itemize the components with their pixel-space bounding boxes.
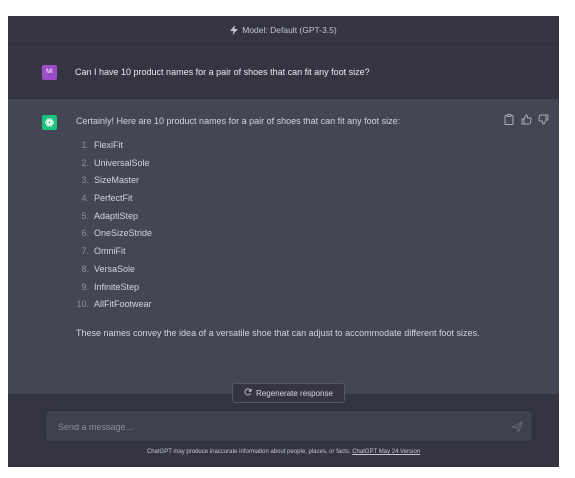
clipboard-icon[interactable] (503, 113, 515, 125)
refresh-icon (244, 388, 252, 398)
thumbs-up-icon[interactable] (520, 113, 532, 125)
list-item: 4. PerfectFit (81, 193, 133, 204)
assistant-intro: Certainly! Here are 10 product names for… (76, 116, 401, 126)
chatgpt-logo-icon (42, 115, 57, 130)
thumbs-down-icon[interactable] (537, 113, 549, 125)
disclaimer-text: ChatGPT may produce inaccurate informati… (146, 449, 351, 455)
user-avatar: MI (42, 64, 57, 80)
footer-disclaimer: ChatGPT may produce inaccurate informati… (8, 449, 559, 455)
list-item: 10. AllFitFootwear (76, 299, 152, 310)
list-item: 6. OneSizeStride (81, 228, 153, 239)
lightning-icon (230, 25, 239, 35)
list-item: 7. OmniFit (81, 246, 126, 257)
assistant-outro: These names convey the idea of a versati… (76, 327, 480, 338)
version-link[interactable]: ChatGPT May 24 Version (352, 449, 420, 455)
message-input-box (46, 411, 532, 443)
list-item: 3. SizeMaster (81, 175, 140, 186)
composer-area: ChatGPT may produce inaccurate informati… (8, 394, 559, 467)
send-icon[interactable] (511, 420, 523, 433)
model-bar: Model: Default (GPT-3.5) (8, 16, 559, 44)
list-item: 8. VersaSole (81, 263, 136, 274)
assistant-message: Certainly! Here are 10 product names for… (8, 99, 559, 395)
list-item: 1. FlexiFit (81, 140, 123, 150)
chat-window: Model: Default (GPT-3.5) MI Can I have 1… (8, 16, 559, 467)
message-input[interactable] (56, 411, 500, 443)
product-name-list: 1. FlexiFit 2. UniversalSole 3. SizeMaster … (76, 137, 506, 314)
user-message-text: Can I have 10 product names for a pair o… (75, 67, 370, 77)
model-label: Model: Default (GPT-3.5) (242, 25, 337, 35)
message-actions (503, 113, 549, 125)
list-item: 9. InfiniteStep (81, 281, 140, 292)
regenerate-label: Regenerate response (256, 388, 333, 398)
list-item: 2. UniversalSole (81, 157, 150, 168)
assistant-message-body: Certainly! Here are 10 product names for… (76, 116, 506, 342)
list-item: 5. AdaptiStep (81, 210, 139, 221)
user-message: MI Can I have 10 product names for a pai… (8, 44, 559, 99)
regenerate-button[interactable]: Regenerate response (232, 383, 345, 403)
